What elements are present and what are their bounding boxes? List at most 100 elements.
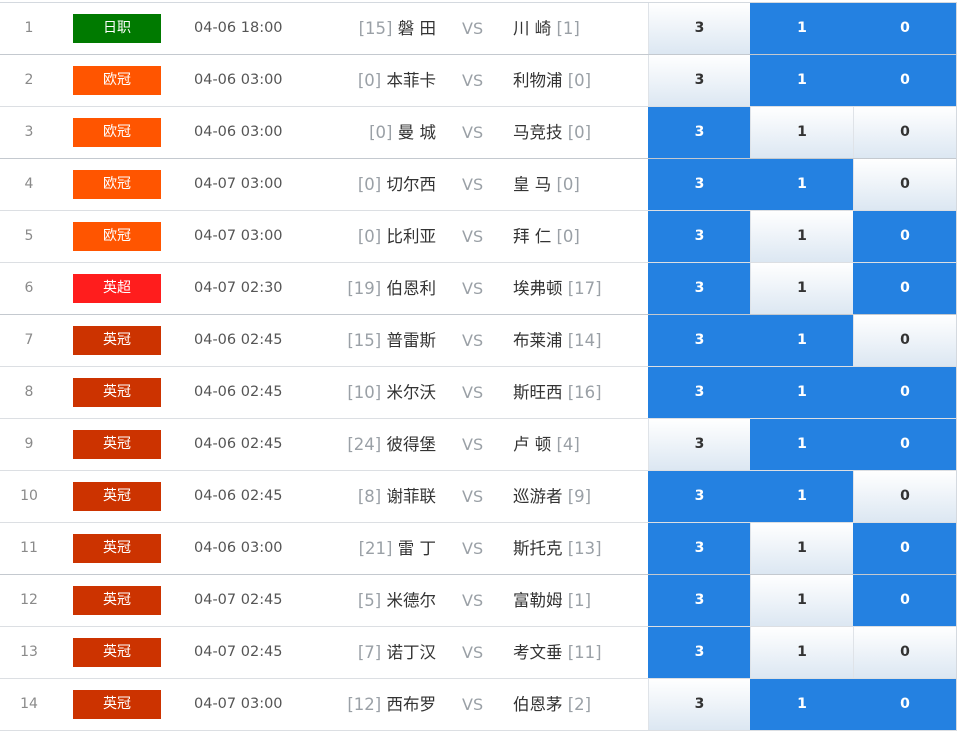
home-rank: [19] [347, 279, 382, 298]
away-rank: [16] [567, 383, 602, 402]
option-draw-1[interactable]: 1 [750, 3, 853, 54]
option-loss-0[interactable]: 0 [853, 419, 956, 470]
option-draw-1[interactable]: 1 [750, 107, 853, 158]
option-win-3[interactable]: 3 [648, 523, 750, 574]
match-time: 04-07 02:45 [194, 592, 283, 608]
home-team: [7] 诺丁汉 [300, 627, 436, 678]
match-row: 5 欧冠 04-07 03:00 [0] 比利亚 VS 拜 仁 [0] 3 1 … [0, 211, 956, 263]
option-draw-1[interactable]: 1 [750, 159, 853, 210]
home-rank: [24] [347, 435, 382, 454]
league-badge[interactable]: 英冠 [73, 586, 161, 615]
home-rank: [12] [347, 695, 382, 714]
option-loss-0[interactable]: 0 [853, 627, 956, 678]
option-draw-1[interactable]: 1 [750, 679, 853, 730]
option-loss-0[interactable]: 0 [853, 55, 956, 106]
option-loss-0[interactable]: 0 [853, 211, 956, 262]
league-badge[interactable]: 日职 [73, 14, 161, 43]
home-team: [10] 米尔沃 [300, 367, 436, 418]
away-team-name: 斯托克 [513, 539, 563, 558]
home-team: [15] 普雷斯 [300, 315, 436, 366]
option-loss-0[interactable]: 0 [853, 263, 956, 314]
league-badge[interactable]: 欧冠 [73, 170, 161, 199]
option-draw-1[interactable]: 1 [750, 575, 853, 626]
away-team: 布莱浦 [14] [513, 315, 602, 366]
league-badge[interactable]: 欧冠 [73, 66, 161, 95]
option-draw-1[interactable]: 1 [750, 55, 853, 106]
match-row: 8 英冠 04-06 02:45 [10] 米尔沃 VS 斯旺西 [16] 3 … [0, 367, 956, 419]
away-team-name: 斯旺西 [513, 383, 563, 402]
option-draw-1[interactable]: 1 [750, 367, 853, 418]
league-badge[interactable]: 英冠 [73, 534, 161, 563]
option-win-3[interactable]: 3 [648, 263, 750, 314]
home-rank: [8] [357, 487, 382, 506]
away-rank: [0] [567, 123, 592, 142]
league-badge[interactable]: 英冠 [73, 378, 161, 407]
league-badge[interactable]: 欧冠 [73, 118, 161, 147]
match-time: 04-06 02:45 [194, 332, 283, 348]
option-win-3[interactable]: 3 [648, 3, 750, 54]
option-win-3[interactable]: 3 [648, 471, 750, 522]
option-loss-0[interactable]: 0 [853, 367, 956, 418]
option-win-3[interactable]: 3 [648, 367, 750, 418]
league-badge[interactable]: 英冠 [73, 482, 161, 511]
away-team: 马竞技 [0] [513, 107, 591, 158]
option-loss-0[interactable]: 0 [853, 315, 956, 366]
away-team: 伯恩茅 [2] [513, 679, 591, 730]
option-draw-1[interactable]: 1 [750, 263, 853, 314]
league-badge[interactable]: 英冠 [73, 430, 161, 459]
vs-label: VS [462, 643, 484, 662]
league-badge[interactable]: 英冠 [73, 690, 161, 719]
away-team: 巡游者 [9] [513, 471, 591, 522]
home-team-name: 本菲卡 [386, 71, 437, 90]
match-row: 2 欧冠 04-06 03:00 [0] 本菲卡 VS 利物浦 [0] 3 1 … [0, 55, 956, 107]
away-rank: [9] [567, 487, 592, 506]
option-draw-1[interactable]: 1 [750, 627, 853, 678]
row-number: 3 [24, 124, 34, 140]
away-rank: [0] [556, 227, 580, 246]
option-draw-1[interactable]: 1 [750, 419, 853, 470]
away-team: 埃弗顿 [17] [513, 263, 602, 314]
option-loss-0[interactable]: 0 [853, 107, 956, 158]
option-win-3[interactable]: 3 [648, 107, 750, 158]
home-team-name: 切尔西 [386, 175, 437, 194]
home-team: [21] 雷 丁 [300, 523, 436, 574]
option-win-3[interactable]: 3 [648, 55, 750, 106]
option-win-3[interactable]: 3 [648, 159, 750, 210]
row-number: 10 [20, 488, 38, 504]
match-row: 4 欧冠 04-07 03:00 [0] 切尔西 VS 皇 马 [0] 3 1 … [0, 159, 956, 211]
row-number: 9 [24, 436, 34, 452]
home-team-name: 伯恩利 [386, 279, 437, 298]
away-team: 皇 马 [0] [513, 159, 580, 210]
option-win-3[interactable]: 3 [648, 315, 750, 366]
away-team-name: 马竞技 [513, 123, 563, 142]
league-badge[interactable]: 欧冠 [73, 222, 161, 251]
option-loss-0[interactable]: 0 [853, 159, 956, 210]
league-badge[interactable]: 英超 [73, 274, 161, 303]
option-win-3[interactable]: 3 [648, 679, 750, 730]
option-loss-0[interactable]: 0 [853, 679, 956, 730]
home-team: [5] 米德尔 [300, 575, 436, 626]
option-loss-0[interactable]: 0 [853, 471, 956, 522]
home-rank: [15] [347, 331, 382, 350]
option-draw-1[interactable]: 1 [750, 523, 853, 574]
home-team-name: 诺丁汉 [386, 643, 437, 662]
option-loss-0[interactable]: 0 [853, 575, 956, 626]
league-badge[interactable]: 英冠 [73, 638, 161, 667]
option-win-3[interactable]: 3 [648, 211, 750, 262]
vs-label: VS [462, 279, 484, 298]
league-badge[interactable]: 英冠 [73, 326, 161, 355]
home-team-name: 比利亚 [386, 227, 437, 246]
away-team: 利物浦 [0] [513, 55, 591, 106]
option-draw-1[interactable]: 1 [750, 315, 853, 366]
option-loss-0[interactable]: 0 [853, 3, 956, 54]
home-team: [12] 西布罗 [300, 679, 436, 730]
option-win-3[interactable]: 3 [648, 419, 750, 470]
option-loss-0[interactable]: 0 [853, 523, 956, 574]
away-rank: [2] [567, 695, 592, 714]
option-win-3[interactable]: 3 [648, 575, 750, 626]
option-draw-1[interactable]: 1 [750, 211, 853, 262]
home-rank: [0] [357, 175, 382, 194]
option-draw-1[interactable]: 1 [750, 471, 853, 522]
option-win-3[interactable]: 3 [648, 627, 750, 678]
vs-label: VS [462, 695, 484, 714]
